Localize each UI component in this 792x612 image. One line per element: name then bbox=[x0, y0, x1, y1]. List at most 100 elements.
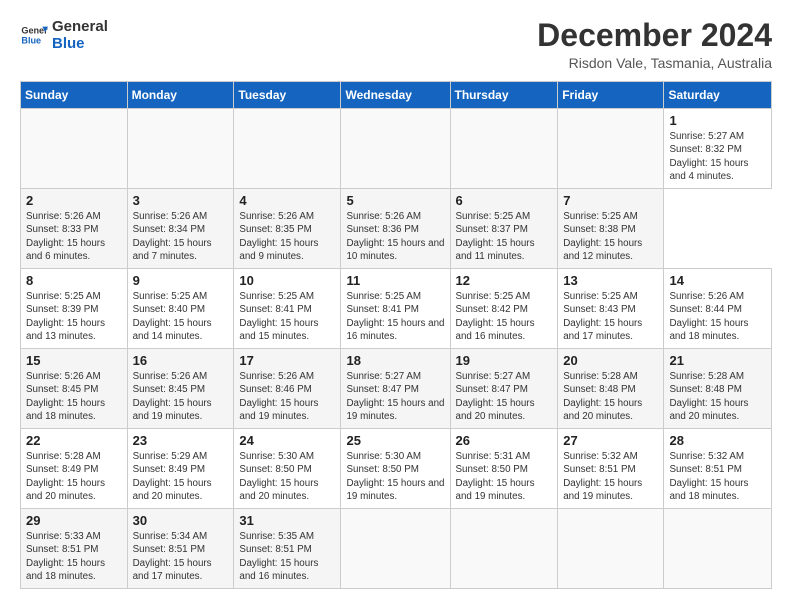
header-row: SundayMondayTuesdayWednesdayThursdayFrid… bbox=[21, 82, 772, 109]
calendar-cell bbox=[127, 109, 234, 189]
calendar-row: 8 Sunrise: 5:25 AMSunset: 8:39 PMDaylight… bbox=[21, 269, 772, 349]
day-info: Sunrise: 5:25 AMSunset: 8:38 PMDaylight:… bbox=[563, 210, 658, 263]
day-number: 21 bbox=[669, 353, 766, 368]
weekday-header-friday: Friday bbox=[558, 82, 664, 109]
day-number: 4 bbox=[239, 193, 335, 208]
calendar-cell bbox=[234, 109, 341, 189]
day-number: 2 bbox=[26, 193, 122, 208]
day-number: 27 bbox=[563, 433, 658, 448]
day-info: Sunrise: 5:35 AMSunset: 8:51 PMDaylight:… bbox=[239, 530, 335, 583]
day-info: Sunrise: 5:25 AMSunset: 8:40 PMDaylight:… bbox=[133, 290, 229, 343]
day-info: Sunrise: 5:26 AMSunset: 8:33 PMDaylight:… bbox=[26, 210, 122, 263]
weekday-header-monday: Monday bbox=[127, 82, 234, 109]
calendar-cell: 5 Sunrise: 5:26 AMSunset: 8:36 PMDaylight… bbox=[341, 189, 450, 269]
day-number: 3 bbox=[133, 193, 229, 208]
day-info: Sunrise: 5:26 AMSunset: 8:44 PMDaylight:… bbox=[669, 290, 766, 343]
day-info: Sunrise: 5:26 AMSunset: 8:35 PMDaylight:… bbox=[239, 210, 335, 263]
calendar-row: 1Sunrise: 5:27 AMSunset: 8:32 PMDaylight… bbox=[21, 109, 772, 189]
day-info: Sunrise: 5:27 AMSunset: 8:47 PMDaylight:… bbox=[456, 370, 553, 423]
day-info: Sunrise: 5:29 AMSunset: 8:49 PMDaylight:… bbox=[133, 450, 229, 503]
day-info: Sunrise: 5:26 AMSunset: 8:36 PMDaylight:… bbox=[346, 210, 444, 263]
weekday-header-sunday: Sunday bbox=[21, 82, 128, 109]
day-info: Sunrise: 5:27 AMSunset: 8:32 PMDaylight:… bbox=[669, 130, 766, 183]
day-number: 6 bbox=[456, 193, 553, 208]
calendar-cell: 15Sunrise: 5:26 AMSunset: 8:45 PMDayligh… bbox=[21, 349, 128, 429]
calendar-cell: 4 Sunrise: 5:26 AMSunset: 8:35 PMDaylight… bbox=[234, 189, 341, 269]
calendar-cell: 6 Sunrise: 5:25 AMSunset: 8:37 PMDaylight… bbox=[450, 189, 558, 269]
calendar-cell: 17Sunrise: 5:26 AMSunset: 8:46 PMDayligh… bbox=[234, 349, 341, 429]
day-number: 30 bbox=[133, 513, 229, 528]
day-number: 10 bbox=[239, 273, 335, 288]
day-number: 23 bbox=[133, 433, 229, 448]
calendar-cell: 21Sunrise: 5:28 AMSunset: 8:48 PMDayligh… bbox=[664, 349, 772, 429]
svg-text:Blue: Blue bbox=[21, 36, 41, 46]
calendar-cell bbox=[664, 509, 772, 589]
day-info: Sunrise: 5:25 AMSunset: 8:39 PMDaylight:… bbox=[26, 290, 122, 343]
day-number: 7 bbox=[563, 193, 658, 208]
calendar-cell bbox=[450, 509, 558, 589]
calendar-cell: 30 Sunrise: 5:34 AMSunset: 8:51 PMDayligh… bbox=[127, 509, 234, 589]
calendar-cell: 26Sunrise: 5:31 AMSunset: 8:50 PMDayligh… bbox=[450, 429, 558, 509]
calendar-cell: 31 Sunrise: 5:35 AMSunset: 8:51 PMDayligh… bbox=[234, 509, 341, 589]
calendar-cell: 11Sunrise: 5:25 AMSunset: 8:41 PMDayligh… bbox=[341, 269, 450, 349]
day-info: Sunrise: 5:28 AMSunset: 8:48 PMDaylight:… bbox=[563, 370, 658, 423]
day-number: 9 bbox=[133, 273, 229, 288]
calendar-cell: 19Sunrise: 5:27 AMSunset: 8:47 PMDayligh… bbox=[450, 349, 558, 429]
calendar-cell: 23 Sunrise: 5:29 AMSunset: 8:49 PMDayligh… bbox=[127, 429, 234, 509]
calendar-cell: 2 Sunrise: 5:26 AMSunset: 8:33 PMDaylight… bbox=[21, 189, 128, 269]
day-info: Sunrise: 5:25 AMSunset: 8:42 PMDaylight:… bbox=[456, 290, 553, 343]
title-block: December 2024 Risdon Vale, Tasmania, Aus… bbox=[537, 18, 772, 71]
calendar-header: SundayMondayTuesdayWednesdayThursdayFrid… bbox=[21, 82, 772, 109]
day-number: 28 bbox=[669, 433, 766, 448]
day-number: 8 bbox=[26, 273, 122, 288]
day-info: Sunrise: 5:26 AMSunset: 8:34 PMDaylight:… bbox=[133, 210, 229, 263]
day-number: 17 bbox=[239, 353, 335, 368]
day-info: Sunrise: 5:32 AMSunset: 8:51 PMDaylight:… bbox=[563, 450, 658, 503]
day-info: Sunrise: 5:26 AMSunset: 8:45 PMDaylight:… bbox=[133, 370, 229, 423]
day-number: 31 bbox=[239, 513, 335, 528]
calendar-cell: 7 Sunrise: 5:25 AMSunset: 8:38 PMDaylight… bbox=[558, 189, 664, 269]
calendar-cell: 22 Sunrise: 5:28 AMSunset: 8:49 PMDayligh… bbox=[21, 429, 128, 509]
day-number: 15 bbox=[26, 353, 122, 368]
calendar-cell: 29Sunrise: 5:33 AMSunset: 8:51 PMDayligh… bbox=[21, 509, 128, 589]
calendar-row: 22 Sunrise: 5:28 AMSunset: 8:49 PMDayligh… bbox=[21, 429, 772, 509]
day-number: 24 bbox=[239, 433, 335, 448]
weekday-header-thursday: Thursday bbox=[450, 82, 558, 109]
calendar-row: 29Sunrise: 5:33 AMSunset: 8:51 PMDayligh… bbox=[21, 509, 772, 589]
calendar-cell: 1Sunrise: 5:27 AMSunset: 8:32 PMDaylight… bbox=[664, 109, 772, 189]
page: General Blue General Blue December 2024 … bbox=[0, 0, 792, 612]
calendar-cell: 28Sunrise: 5:32 AMSunset: 8:51 PMDayligh… bbox=[664, 429, 772, 509]
day-number: 18 bbox=[346, 353, 444, 368]
day-info: Sunrise: 5:27 AMSunset: 8:47 PMDaylight:… bbox=[346, 370, 444, 423]
day-info: Sunrise: 5:25 AMSunset: 8:43 PMDaylight:… bbox=[563, 290, 658, 343]
weekday-header-wednesday: Wednesday bbox=[341, 82, 450, 109]
day-info: Sunrise: 5:28 AMSunset: 8:49 PMDaylight:… bbox=[26, 450, 122, 503]
calendar-table: SundayMondayTuesdayWednesdayThursdayFrid… bbox=[20, 81, 772, 589]
day-info: Sunrise: 5:25 AMSunset: 8:41 PMDaylight:… bbox=[239, 290, 335, 343]
day-number: 20 bbox=[563, 353, 658, 368]
day-info: Sunrise: 5:30 AMSunset: 8:50 PMDaylight:… bbox=[239, 450, 335, 503]
day-number: 5 bbox=[346, 193, 444, 208]
calendar-cell: 20 Sunrise: 5:28 AMSunset: 8:48 PMDayligh… bbox=[558, 349, 664, 429]
weekday-header-tuesday: Tuesday bbox=[234, 82, 341, 109]
calendar-cell: 27 Sunrise: 5:32 AMSunset: 8:51 PMDayligh… bbox=[558, 429, 664, 509]
calendar-cell bbox=[558, 509, 664, 589]
calendar-cell bbox=[450, 109, 558, 189]
logo: General Blue General Blue bbox=[20, 18, 108, 53]
day-number: 11 bbox=[346, 273, 444, 288]
day-info: Sunrise: 5:25 AMSunset: 8:37 PMDaylight:… bbox=[456, 210, 553, 263]
day-info: Sunrise: 5:31 AMSunset: 8:50 PMDaylight:… bbox=[456, 450, 553, 503]
logo-line2: Blue bbox=[52, 35, 108, 52]
weekday-header-saturday: Saturday bbox=[664, 82, 772, 109]
day-info: Sunrise: 5:34 AMSunset: 8:51 PMDaylight:… bbox=[133, 530, 229, 583]
calendar-body: 1Sunrise: 5:27 AMSunset: 8:32 PMDaylight… bbox=[21, 109, 772, 589]
calendar-cell: 24 Sunrise: 5:30 AMSunset: 8:50 PMDayligh… bbox=[234, 429, 341, 509]
calendar-cell: 16 Sunrise: 5:26 AMSunset: 8:45 PMDayligh… bbox=[127, 349, 234, 429]
day-number: 16 bbox=[133, 353, 229, 368]
calendar-cell bbox=[558, 109, 664, 189]
day-number: 12 bbox=[456, 273, 553, 288]
main-title: December 2024 bbox=[537, 18, 772, 53]
calendar-cell bbox=[341, 109, 450, 189]
day-number: 22 bbox=[26, 433, 122, 448]
calendar-cell: 9 Sunrise: 5:25 AMSunset: 8:40 PMDaylight… bbox=[127, 269, 234, 349]
